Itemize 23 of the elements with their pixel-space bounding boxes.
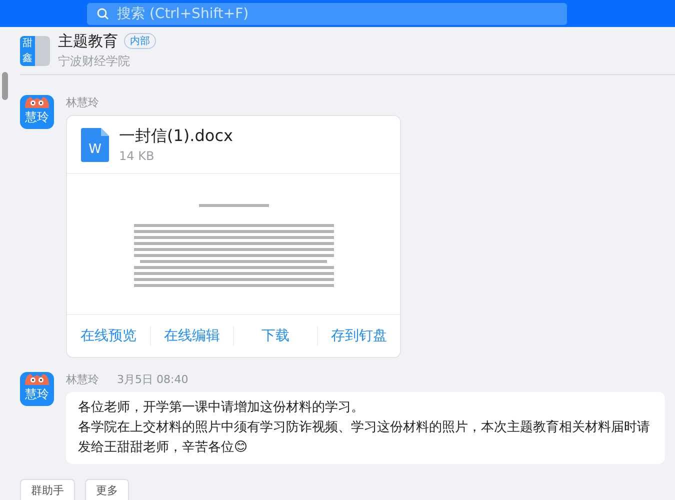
file-card[interactable]: W 一封信(1).docx 14 KB 在线预览 在线编辑 下载 存到钉盘 [66,115,401,358]
chat-title: 主题教育 [58,32,118,50]
owl-icon [23,96,51,108]
user-avatar[interactable]: 慧玲 [20,372,54,406]
file-action-link[interactable]: 下载 [233,326,316,346]
organization-name: 宁波财经学院 [58,52,131,70]
file-action-link[interactable]: 在线编辑 [150,326,233,346]
file-name: 一封信(1).docx [119,126,233,147]
toolbar-button[interactable]: 群助手 [20,479,75,500]
sender-name: 林慧玲 [66,372,99,387]
owl-icon [23,373,51,385]
sender-name: 林慧玲 [66,95,99,110]
message-time: 3月5日 08:40 [117,372,188,387]
scrollbar-thumb[interactable] [2,72,8,100]
word-document-icon: W [81,128,109,162]
message-bubble: 各位老师，开学第一课中请增加这份材料的学习。 各学院在上交材料的照片中须有学习防诈视频、学习这份材料的照片，本次主题教育相关材料届时请发给王甜甜老师，辛苦各位😊 [66,392,665,464]
file-action-link[interactable]: 存到钉盘 [316,326,400,346]
toolbar-button[interactable]: 更多 [85,479,129,500]
internal-tag: 内部 [124,33,156,49]
file-size: 14 KB [119,149,156,163]
search-field[interactable]: 搜索 (Ctrl+Shift+F) [87,2,567,24]
file-action-link[interactable]: 在线预览 [67,326,150,346]
user-avatar[interactable]: 慧玲 [20,95,54,129]
